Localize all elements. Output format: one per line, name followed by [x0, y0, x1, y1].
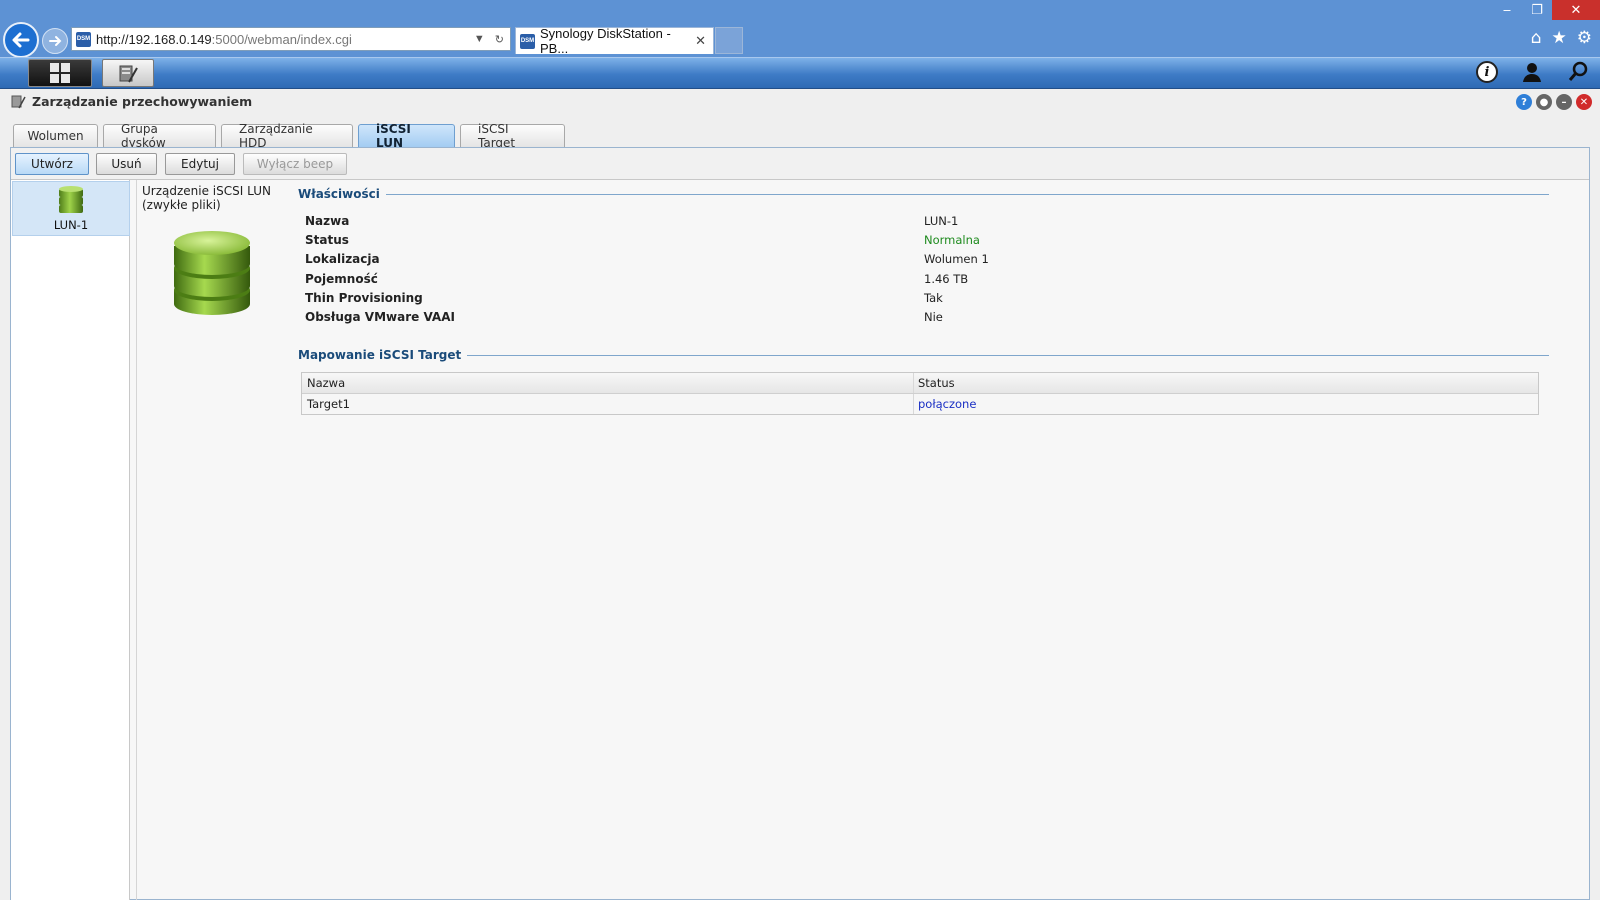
- close-window-icon[interactable]: ✕: [1552, 0, 1600, 20]
- refresh-icon[interactable]: ↻: [495, 33, 504, 46]
- column-header-name[interactable]: Nazwa: [302, 373, 914, 393]
- grid-icon: [49, 62, 71, 84]
- create-button[interactable]: Utwórz: [15, 153, 89, 175]
- help-icon[interactable]: ?: [1516, 94, 1532, 110]
- tab-title: Synology DiskStation - PB...: [540, 26, 671, 56]
- property-row: Nazwa LUN-1: [305, 213, 959, 228]
- lun-list: LUN-1: [11, 180, 130, 900]
- restore-icon[interactable]: ❐: [1522, 0, 1552, 20]
- url-path: :5000/webman/index.cgi: [211, 31, 352, 47]
- property-row: Status Normalna: [305, 232, 980, 247]
- tab-close-icon[interactable]: ✕: [695, 33, 706, 49]
- url-host: http://192.168.0.149: [96, 31, 212, 47]
- tab-wolumen[interactable]: Wolumen: [13, 124, 98, 147]
- window-controls: ‒ ❐ ✕: [1492, 0, 1600, 20]
- new-tab-button[interactable]: [715, 27, 743, 54]
- properties-section-title: Właściwości: [298, 187, 1549, 201]
- info-icon[interactable]: i: [1476, 61, 1498, 83]
- edit-button[interactable]: Edytuj: [165, 153, 235, 175]
- forward-button[interactable]: [42, 28, 68, 54]
- user-icon[interactable]: [1520, 60, 1544, 84]
- tab-panel: Utwórz Usuń Edytuj Wyłącz beep LUN-1 Urz…: [10, 147, 1590, 900]
- back-button[interactable]: [3, 22, 39, 58]
- minimize-icon[interactable]: ‒: [1492, 0, 1522, 20]
- toolbar: Utwórz Usuń Edytuj Wyłącz beep: [11, 148, 1589, 180]
- search-icon[interactable]: [1566, 60, 1590, 84]
- storage-manager-window: Zarządzanie przechowywaniem ? ● – ✕ Wolu…: [0, 89, 1600, 900]
- close-app-icon[interactable]: ✕: [1576, 94, 1592, 110]
- mapping-table: Nazwa Status Target1 połączone: [301, 372, 1539, 415]
- delete-button[interactable]: Usuń: [96, 153, 157, 175]
- tab-zarzadzanie-hdd[interactable]: Zarządzanie HDD: [221, 122, 353, 150]
- browser-tab[interactable]: DSM Synology DiskStation - PB... ✕: [515, 26, 714, 56]
- database-icon: [59, 186, 83, 213]
- window-app-icon: [11, 95, 26, 109]
- disable-beep-button[interactable]: Wyłącz beep: [243, 153, 347, 175]
- property-row: Obsługa VMware VAAI Nie: [305, 310, 943, 325]
- tab-iscsi-target[interactable]: iSCSI Target: [460, 122, 565, 150]
- favicon-icon: DSM: [76, 31, 91, 47]
- address-bar[interactable]: DSM http://192.168.0.149:5000/webman/ind…: [71, 27, 511, 51]
- tab-bar: Wolumen Grupa dysków Zarządzanie HDD iSC…: [13, 122, 565, 150]
- tab-iscsi-lun[interactable]: iSCSI LUN: [358, 122, 455, 150]
- table-header: Nazwa Status: [302, 373, 1538, 394]
- lun-item-label: LUN-1: [53, 218, 89, 232]
- property-row: Lokalizacja Wolumen 1: [305, 252, 989, 267]
- browser-chrome: ‒ ❐ ✕ DSM http://192.168.0.149:5000/webm…: [0, 0, 1600, 58]
- window-title: Zarządzanie przechowywaniem: [32, 93, 253, 109]
- forward-arrow-icon: [49, 36, 62, 46]
- home-icon[interactable]: ⌂: [1531, 28, 1542, 48]
- properties-list: Nazwa LUN-1 Status Normalna Lokalizacja Wol…: [305, 211, 1545, 327]
- dsm-taskbar: i: [0, 57, 1600, 89]
- dropdown-icon[interactable]: ▼: [474, 33, 485, 46]
- column-header-status[interactable]: Status: [914, 373, 1538, 393]
- settings-gear-icon[interactable]: ⚙: [1577, 28, 1592, 48]
- pin-icon[interactable]: ●: [1536, 94, 1552, 110]
- lun-large-icon: [171, 226, 253, 321]
- storage-manager-icon: [119, 65, 138, 83]
- divider: [136, 180, 137, 900]
- tab-favicon-icon: DSM: [520, 33, 535, 49]
- property-row: Thin Provisioning Tak: [305, 290, 943, 305]
- target-name-cell: Target1: [302, 394, 914, 414]
- favorites-star-icon[interactable]: ★: [1552, 28, 1567, 48]
- minimize-app-icon[interactable]: –: [1556, 94, 1572, 110]
- mapping-section-title: Mapowanie iSCSI Target: [298, 348, 1549, 362]
- status-value: Normalna: [924, 232, 980, 247]
- device-type-line2: (zwykłe pliki): [142, 198, 221, 212]
- back-arrow-icon: [12, 32, 30, 48]
- table-row[interactable]: Target1 połączone: [302, 394, 1538, 414]
- main-menu-button[interactable]: [28, 59, 92, 87]
- taskbar-storage-manager-button[interactable]: [102, 59, 154, 87]
- tab-grupa-dyskow[interactable]: Grupa dysków: [103, 122, 216, 150]
- property-row: Pojemność 1.46 TB: [305, 271, 969, 286]
- target-status-cell: połączone: [918, 397, 977, 411]
- lun-list-item[interactable]: LUN-1: [12, 181, 130, 236]
- device-type-text: Urządzenie iSCSI LUN (zwykłe pliki): [142, 184, 272, 212]
- device-type-line1: Urządzenie iSCSI LUN: [142, 184, 271, 198]
